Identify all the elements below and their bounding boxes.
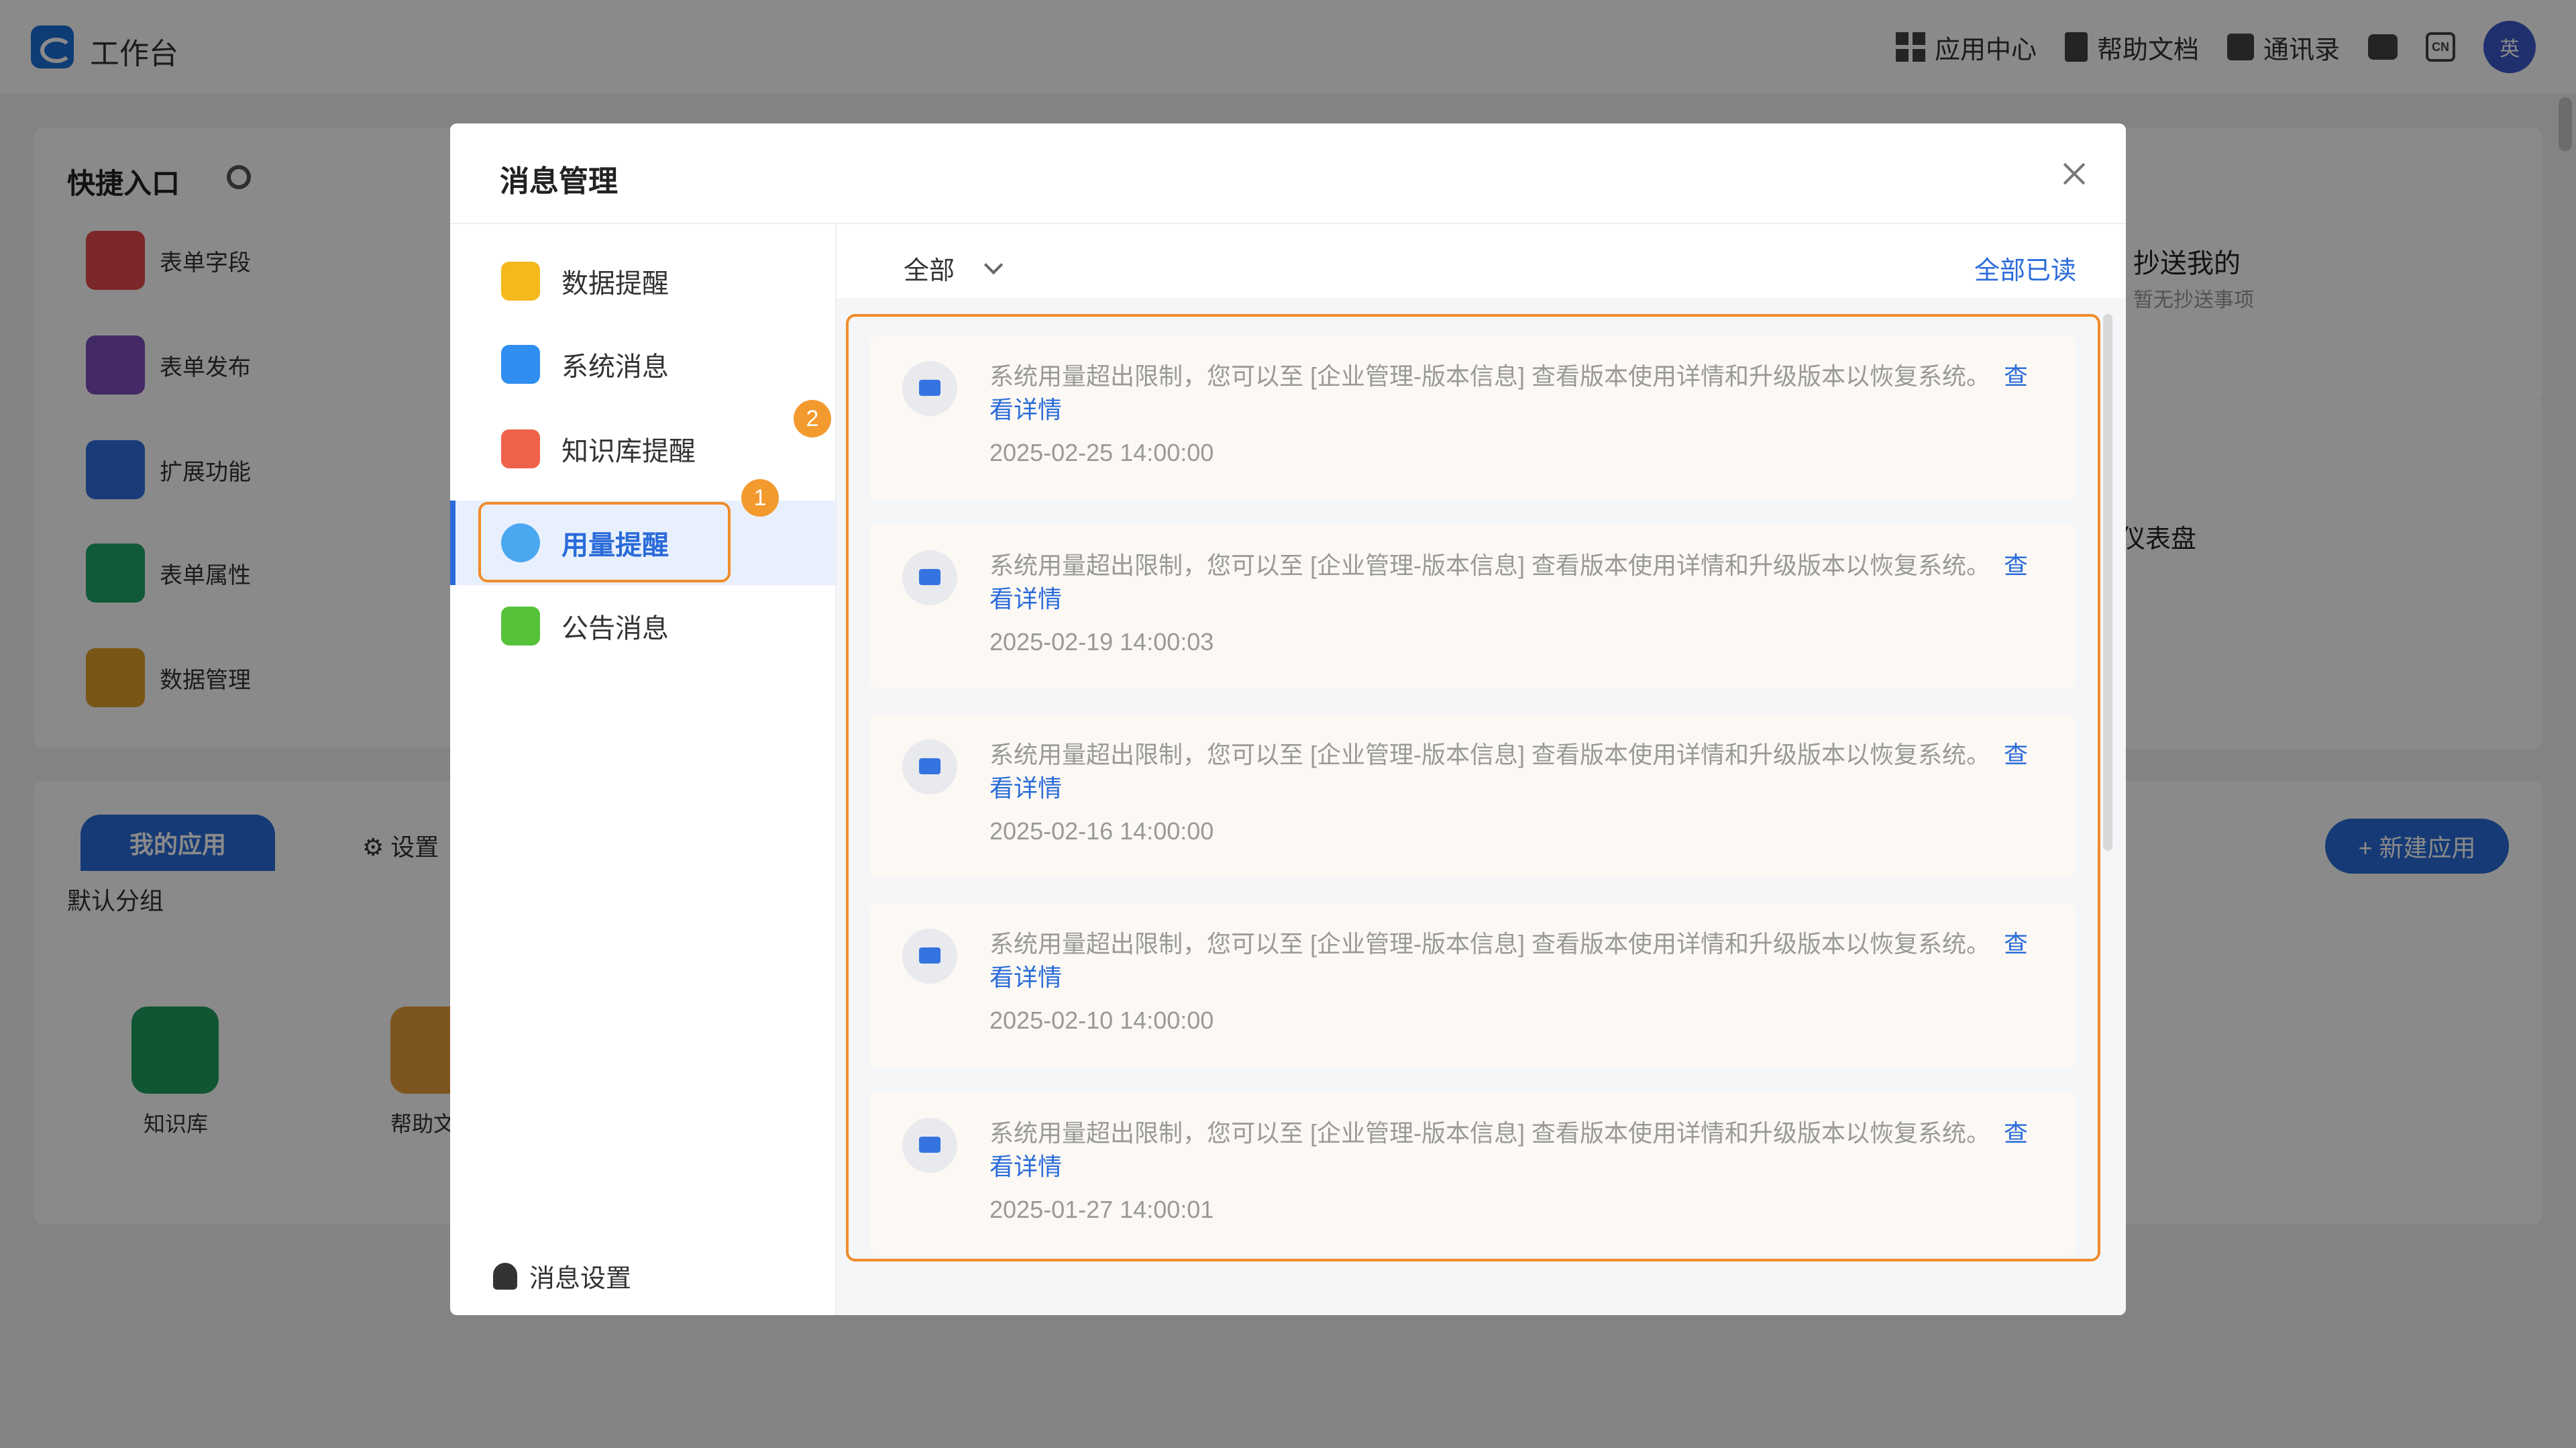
message-text: 系统用量超出限制，您可以至 [企业管理-版本信息] 查看版本使用详情和升级版本以… bbox=[989, 738, 2049, 805]
sidebar-item-data-reminder[interactable]: 数据提醒 bbox=[450, 239, 835, 323]
message-icon bbox=[902, 929, 957, 984]
chevron-down-icon bbox=[983, 255, 1004, 274]
list-item: 系统用量超出限制，您可以至 [企业管理-版本信息] 查看版本使用详情和升级版本以… bbox=[870, 1092, 2075, 1256]
list-item: 系统用量超出限制，您可以至 [企业管理-版本信息] 查看版本使用详情和升级版本以… bbox=[870, 525, 2075, 688]
filter-bar: 全部 全部已读 bbox=[837, 224, 2126, 298]
message-icon bbox=[902, 361, 957, 416]
sidebar-item-knowledge-reminder[interactable]: 知识库提醒 bbox=[450, 407, 835, 491]
message-body: 系统用量超出限制，您可以至 [企业管理-版本信息] 查看版本使用详情和升级版本以… bbox=[989, 930, 1990, 958]
sidebar-item-label: 知识库提醒 bbox=[561, 437, 696, 466]
modal-header: 消息管理 bbox=[450, 123, 2126, 224]
message-icon bbox=[902, 550, 957, 605]
message-body: 系统用量超出限制，您可以至 [企业管理-版本信息] 查看版本使用详情和升级版本以… bbox=[989, 1119, 1990, 1147]
list-item: 系统用量超出限制，您可以至 [企业管理-版本信息] 查看版本使用详情和升级版本以… bbox=[870, 903, 2075, 1067]
message-category-sidebar: 数据提醒 系统消息 知识库提醒 用量提醒 公告消息 1 2 消息设置 bbox=[450, 224, 837, 1315]
sidebar-item-announcement[interactable]: 公告消息 bbox=[450, 584, 835, 668]
message-time: 2025-02-25 14:00:00 bbox=[989, 439, 1214, 466]
modal-title: 消息管理 bbox=[500, 165, 618, 198]
sidebar-item-label: 系统消息 bbox=[561, 352, 669, 382]
message-body: 系统用量超出限制，您可以至 [企业管理-版本信息] 查看版本使用详情和升级版本以… bbox=[989, 552, 1990, 579]
message-time: 2025-02-10 14:00:00 bbox=[989, 1006, 1214, 1034]
announcement-icon bbox=[501, 607, 540, 645]
book-icon bbox=[501, 429, 540, 468]
highlight-box-usage bbox=[478, 502, 731, 582]
message-settings-label: 消息设置 bbox=[529, 1265, 632, 1293]
mark-all-read-button[interactable]: 全部已读 bbox=[1974, 250, 2076, 287]
step-badge-1: 1 bbox=[741, 479, 779, 517]
message-list-scrollbar[interactable] bbox=[2103, 314, 2112, 851]
data-reminder-icon bbox=[501, 262, 540, 301]
message-icon bbox=[902, 1118, 957, 1173]
filter-selected: 全部 bbox=[904, 257, 955, 285]
sidebar-item-system-message[interactable]: 系统消息 bbox=[450, 322, 835, 407]
message-list: 系统用量超出限制，您可以至 [企业管理-版本信息] 查看版本使用详情和升级版本以… bbox=[846, 314, 2100, 1261]
sidebar-item-label: 公告消息 bbox=[561, 614, 669, 643]
message-body: 系统用量超出限制，您可以至 [企业管理-版本信息] 查看版本使用详情和升级版本以… bbox=[989, 362, 1990, 390]
message-time: 2025-02-16 14:00:00 bbox=[989, 817, 1214, 845]
message-list-area: 全部 全部已读 系统用量超出限制，您可以至 [企业管理-版本信息] 查看版本使用… bbox=[837, 224, 2126, 1315]
step-badge-2: 2 bbox=[794, 400, 831, 437]
message-text: 系统用量超出限制，您可以至 [企业管理-版本信息] 查看版本使用详情和升级版本以… bbox=[989, 360, 2049, 427]
list-item: 系统用量超出限制，您可以至 [企业管理-版本信息] 查看版本使用详情和升级版本以… bbox=[870, 714, 2075, 878]
message-management-modal: 消息管理 数据提醒 系统消息 知识库提醒 用量提醒 公告消息 1 2 消息设置 bbox=[450, 123, 2126, 1315]
message-settings-button[interactable]: 消息设置 bbox=[493, 1257, 631, 1294]
filter-select[interactable]: 全部 bbox=[904, 250, 1004, 287]
message-text: 系统用量超出限制，您可以至 [企业管理-版本信息] 查看版本使用详情和升级版本以… bbox=[989, 1117, 2049, 1184]
bell-icon bbox=[493, 1262, 517, 1290]
message-text: 系统用量超出限制，您可以至 [企业管理-版本信息] 查看版本使用详情和升级版本以… bbox=[989, 549, 2049, 616]
close-icon[interactable] bbox=[2063, 162, 2086, 185]
message-time: 2025-01-27 14:00:01 bbox=[989, 1196, 1214, 1223]
message-body: 系统用量超出限制，您可以至 [企业管理-版本信息] 查看版本使用详情和升级版本以… bbox=[989, 741, 1990, 768]
message-text: 系统用量超出限制，您可以至 [企业管理-版本信息] 查看版本使用详情和升级版本以… bbox=[989, 927, 2049, 994]
message-icon bbox=[902, 739, 957, 794]
message-time: 2025-02-19 14:00:03 bbox=[989, 628, 1214, 656]
system-message-icon bbox=[501, 345, 540, 384]
sidebar-item-label: 数据提醒 bbox=[561, 269, 669, 299]
list-item: 系统用量超出限制，您可以至 [企业管理-版本信息] 查看版本使用详情和升级版本以… bbox=[870, 335, 2075, 499]
